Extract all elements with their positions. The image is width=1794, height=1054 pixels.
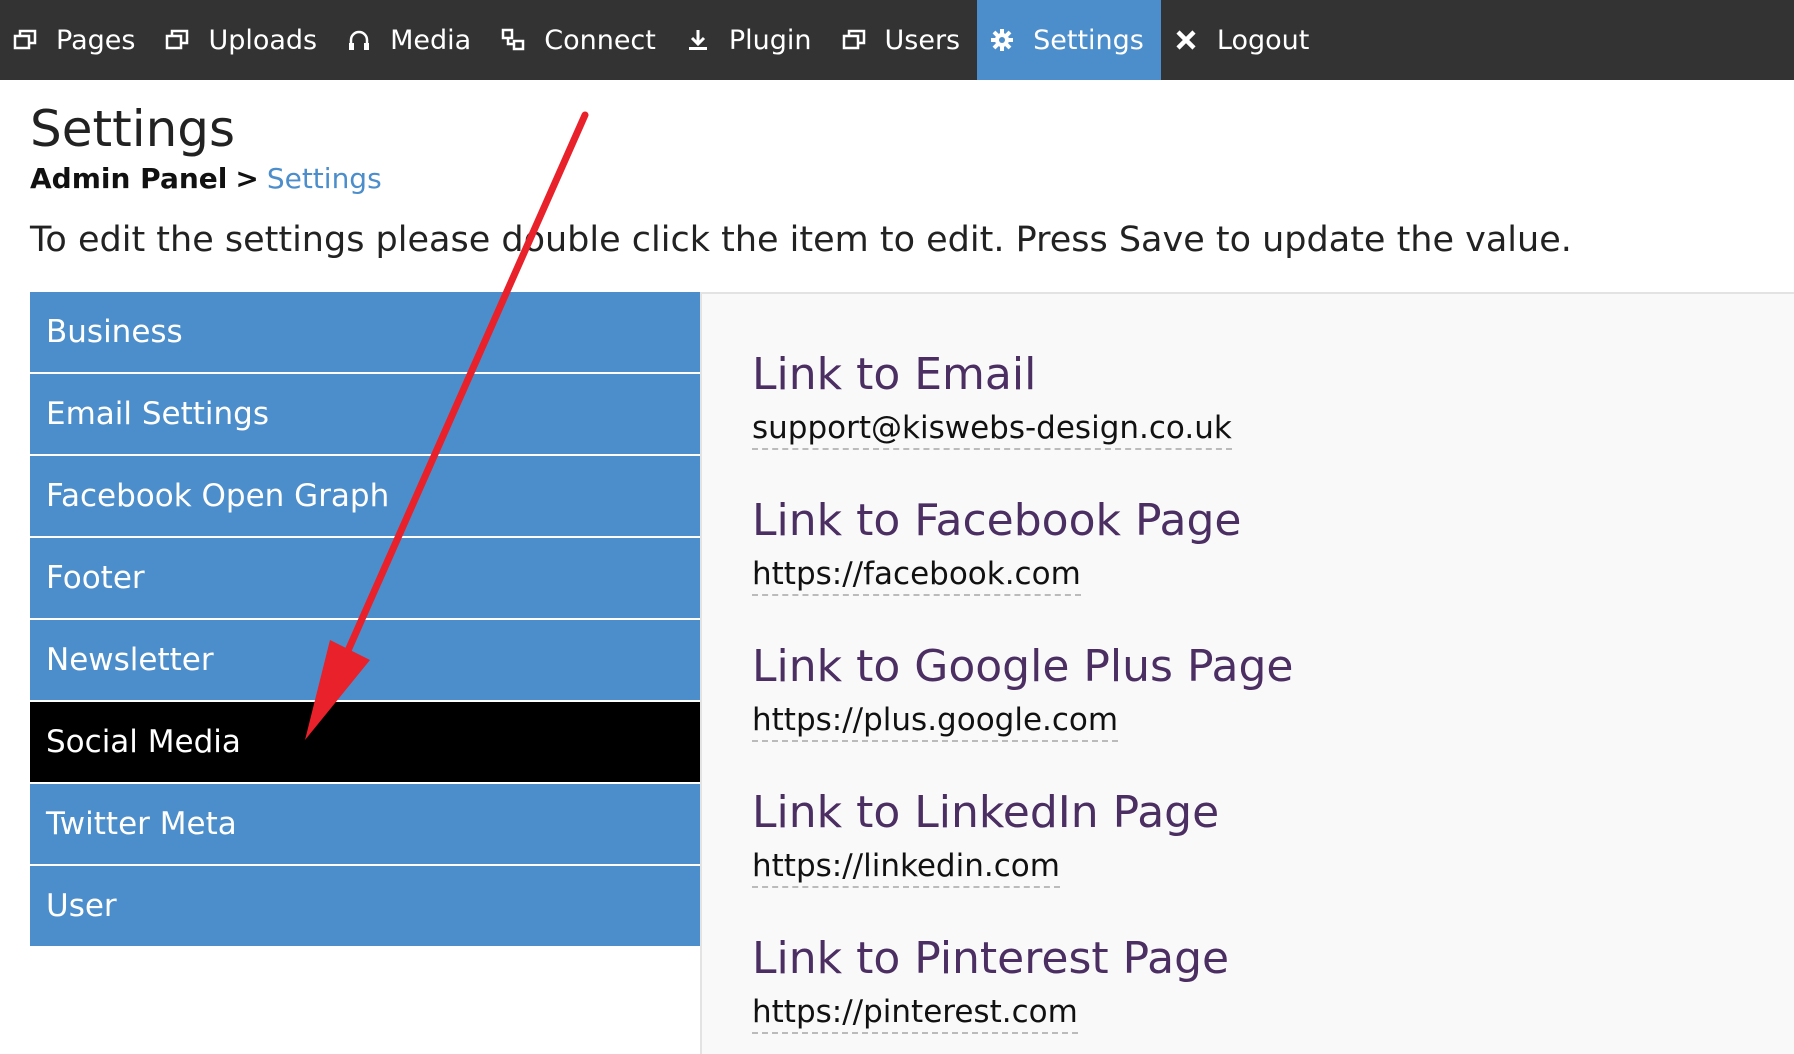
- nav-media[interactable]: Media: [334, 0, 488, 80]
- nav-label: Users: [884, 24, 961, 56]
- settings-category-menu: Business Email Settings Facebook Open Gr…: [30, 292, 700, 948]
- setting-value-editable[interactable]: https://facebook.com: [752, 556, 1081, 596]
- setting-label: Link to Email: [752, 349, 1037, 400]
- nav-pages[interactable]: Pages: [0, 0, 152, 80]
- nav-label: Settings: [1033, 24, 1144, 56]
- setting-pinterest: Link to Pinterest Page https://pinterest…: [752, 933, 1229, 1034]
- settings-content-panel: Link to Email support@kiswebs-design.co.…: [700, 292, 1794, 1054]
- menu-item-facebook-open-graph[interactable]: Facebook Open Graph: [30, 456, 700, 536]
- close-icon: [1173, 27, 1199, 53]
- menu-item-newsletter[interactable]: Newsletter: [30, 620, 700, 700]
- setting-value-editable[interactable]: support@kiswebs-design.co.uk: [752, 410, 1232, 450]
- menu-item-email-settings[interactable]: Email Settings: [30, 374, 700, 454]
- headphones-icon: [346, 27, 372, 53]
- top-navigation: Pages Uploads Media Connect Plugin Users: [0, 0, 1794, 80]
- setting-google-plus: Link to Google Plus Page https://plus.go…: [752, 641, 1293, 742]
- nav-plugin[interactable]: Plugin: [673, 0, 829, 80]
- setting-label: Link to Pinterest Page: [752, 933, 1230, 984]
- setting-label: Link to Facebook Page: [752, 495, 1242, 546]
- setting-linkedin: Link to LinkedIn Page https://linkedin.c…: [752, 787, 1219, 888]
- setting-email: Link to Email support@kiswebs-design.co.…: [752, 349, 1232, 450]
- breadcrumb: Admin Panel > Settings: [30, 162, 382, 195]
- setting-label: Link to Google Plus Page: [752, 641, 1294, 692]
- nav-label: Plugin: [728, 24, 812, 56]
- instructions-text: To edit the settings please double click…: [30, 220, 1572, 260]
- setting-facebook: Link to Facebook Page https://facebook.c…: [752, 495, 1242, 596]
- nav-logout[interactable]: Logout: [1161, 0, 1326, 80]
- menu-item-footer[interactable]: Footer: [30, 538, 700, 618]
- setting-value-editable[interactable]: https://plus.google.com: [752, 702, 1119, 742]
- nav-connect[interactable]: Connect: [488, 0, 673, 80]
- nav-label: Pages: [56, 24, 136, 56]
- breadcrumb-separator: >: [235, 162, 259, 195]
- breadcrumb-root[interactable]: Admin Panel: [30, 162, 227, 195]
- nav-label: Connect: [544, 24, 656, 56]
- menu-item-social-media[interactable]: Social Media: [30, 702, 700, 782]
- nav-settings[interactable]: Settings: [977, 0, 1161, 80]
- window-icon: [164, 27, 190, 53]
- menu-item-twitter-meta[interactable]: Twitter Meta: [30, 784, 700, 864]
- connect-icon: [500, 27, 526, 53]
- menu-item-user[interactable]: User: [30, 866, 700, 946]
- nav-label: Logout: [1216, 24, 1310, 56]
- setting-value-editable[interactable]: https://linkedin.com: [752, 848, 1060, 888]
- nav-users[interactable]: Users: [829, 0, 978, 80]
- breadcrumb-current[interactable]: Settings: [267, 162, 382, 195]
- window-icon: [841, 27, 867, 53]
- setting-label: Link to LinkedIn Page: [752, 787, 1220, 838]
- menu-item-business[interactable]: Business: [30, 292, 700, 372]
- gear-icon: [989, 27, 1015, 53]
- window-icon: [12, 27, 38, 53]
- nav-uploads[interactable]: Uploads: [152, 0, 334, 80]
- page-title: Settings: [30, 100, 236, 158]
- download-icon: [685, 27, 711, 53]
- nav-label: Media: [390, 24, 472, 56]
- nav-label: Uploads: [208, 24, 318, 56]
- setting-value-editable[interactable]: https://pinterest.com: [752, 994, 1078, 1034]
